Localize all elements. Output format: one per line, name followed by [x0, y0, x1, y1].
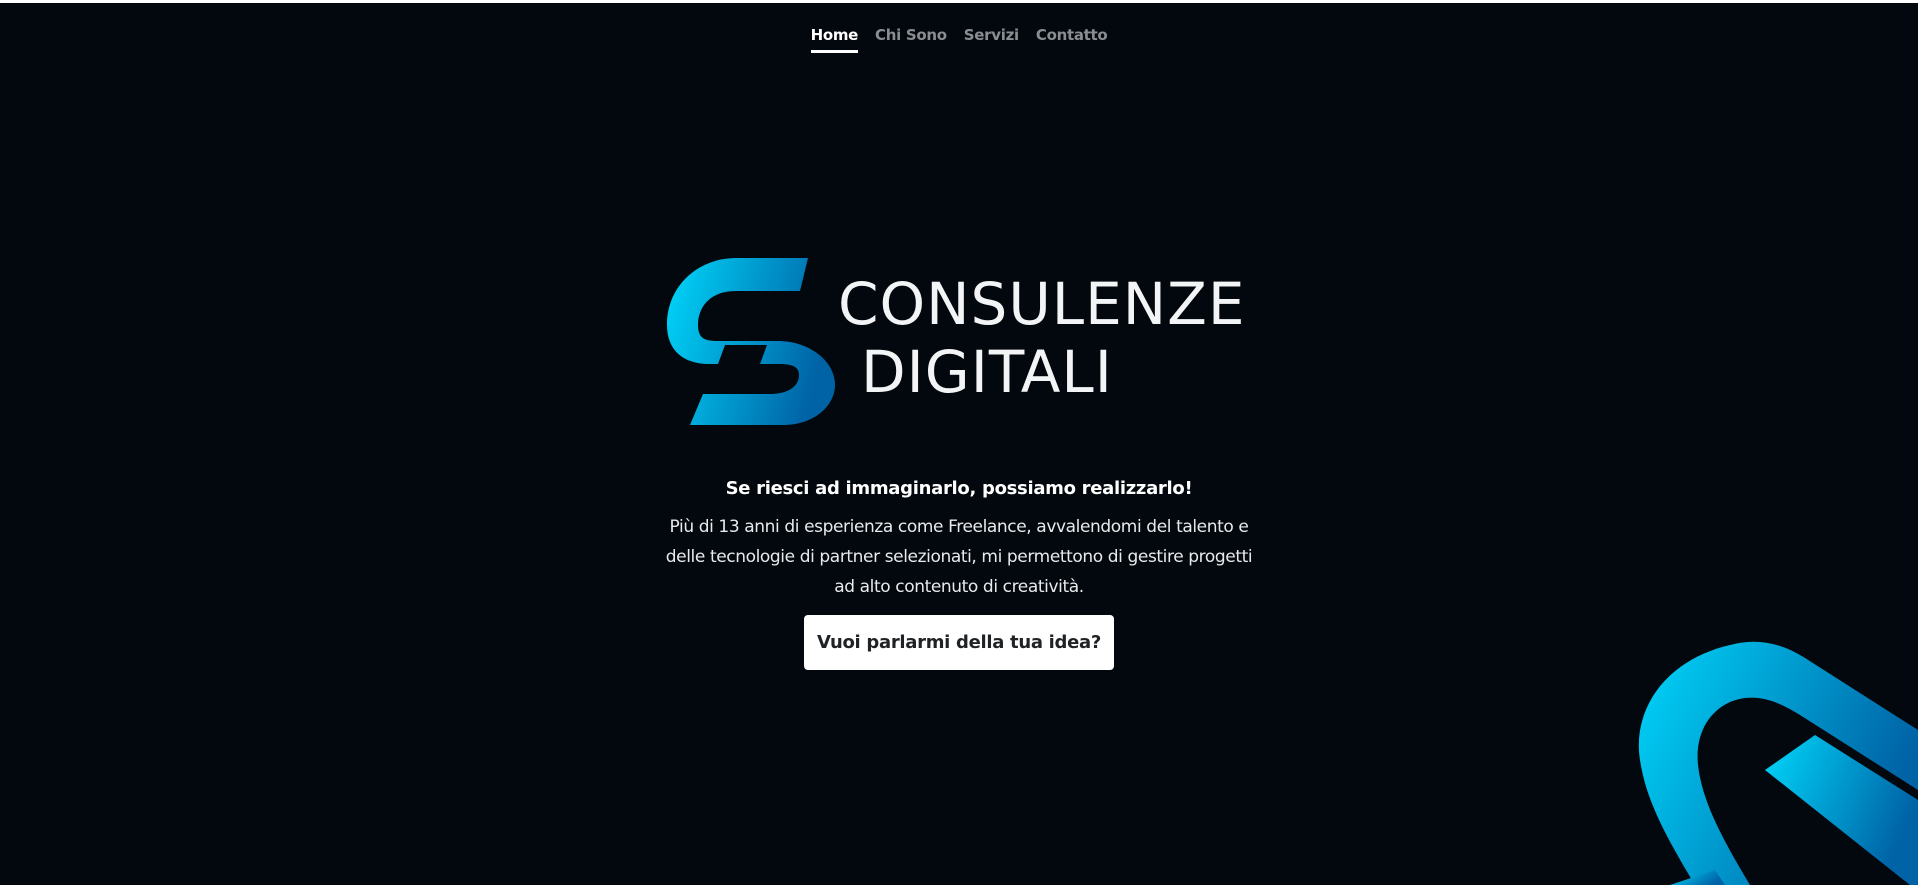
nav-link-servizi[interactable]: Servizi — [964, 26, 1019, 53]
nav-link-chi-sono[interactable]: Chi Sono — [875, 26, 947, 53]
main-navigation: Home Chi Sono Servizi Contatto — [0, 26, 1918, 53]
cd-monogram-icon — [667, 258, 835, 425]
decorative-logo-mark — [1638, 641, 1918, 885]
brand-logo: CONSULENZE DIGITALI — [665, 255, 1265, 430]
hero-tagline: Se riesci ad immaginarlo, possiamo reali… — [725, 478, 1193, 499]
hero-description: Più di 13 anni di esperienza come Freela… — [665, 517, 1253, 597]
contact-cta-button[interactable]: Vuoi parlarmi della tua idea? — [804, 615, 1114, 670]
nav-link-contatto[interactable]: Contatto — [1036, 26, 1108, 53]
logo-text-line2: DIGITALI — [861, 338, 1113, 406]
logo-text-line1: CONSULENZE — [838, 270, 1246, 338]
top-border — [0, 0, 1918, 3]
nav-link-home[interactable]: Home — [810, 26, 858, 53]
